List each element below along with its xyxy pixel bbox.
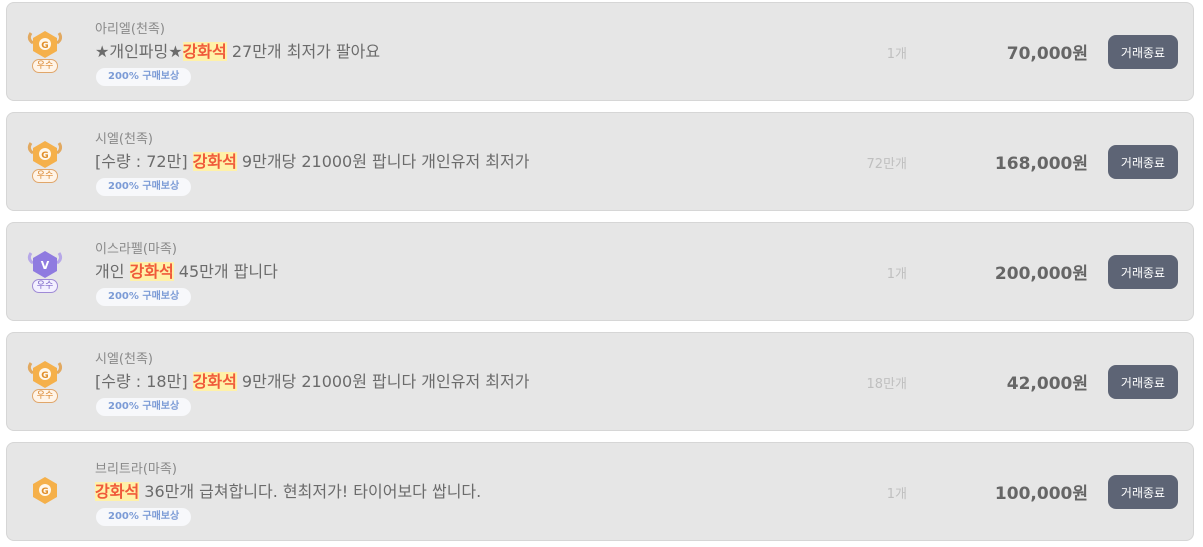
badge-grade-label: 우수 [32,279,58,293]
purchase-reward-badge: 200% 구매보상 [96,508,192,526]
purchase-reward-badge: 200% 구매보상 [96,68,192,86]
gold-horned-shield-icon: G [27,141,63,168]
seller-grade-badge: G [25,473,65,523]
listing-title[interactable]: [수량 : 72만] 강화석 9만개당 21000원 팝니다 개인유저 최저가 [95,148,529,172]
title-keyword-highlight: 강화석 [192,152,237,171]
purple-horned-shield-icon: V [27,251,63,278]
trade-closed-button[interactable]: 거래종료 [1108,35,1178,69]
gold-horned-shield-icon: G [27,361,63,388]
title-suffix: 27만개 최저가 팔아요 [226,42,381,61]
listing-title[interactable]: [수량 : 18만] 강화석 9만개당 21000원 팝니다 개인유저 최저가 [95,368,529,392]
title-prefix: [수량 : 18만] [95,372,193,391]
listing-row[interactable]: G 우수 시엘(천족) [수량 : 72만] 강화석 9만개당 21000원 팝… [6,112,1194,211]
badge-letter: G [41,151,48,161]
listing-list: G 우수 아리엘(천족) ★개인파밍★강화석 27만개 최저가 팔아요 200%… [0,0,1203,547]
quantity: 72만개 [866,157,907,172]
title-suffix: 9만개당 21000원 팝니다 개인유저 최저가 [236,372,530,391]
listing-title[interactable]: ★개인파밍★강화석 27만개 최저가 팔아요 [95,38,380,62]
quantity: 18만개 [866,377,907,392]
listing-title[interactable]: 개인 강화석 45만개 팝니다 [95,258,278,282]
badge-grade-label: 우수 [32,169,58,183]
seller-grade-badge: G 우수 [25,27,65,77]
seller-server: 아리엘(천족) [95,22,165,37]
quantity: 1개 [886,47,907,62]
title-keyword-highlight: 강화석 [129,262,174,281]
trade-closed-button[interactable]: 거래종료 [1108,145,1178,179]
gold-shield-icon: G [33,477,57,504]
gold-horned-shield-icon: G [27,31,63,58]
title-prefix: [수량 : 72만] [95,152,193,171]
seller-server: 브리트라(마족) [95,462,177,477]
title-suffix: 36만개 급쳐합니다. 현최저가! 타이어보다 쌉니다. [139,482,482,501]
title-prefix: ★개인파밍★ [95,42,183,61]
title-keyword-highlight: 강화석 [182,42,227,61]
badge-letter: G [41,41,48,51]
title-prefix: 개인 [95,262,130,281]
listing-row[interactable]: G 브리트라(마족) 강화석 36만개 급쳐합니다. 현최저가! 타이어보다 쌉… [6,442,1194,541]
listing-title[interactable]: 강화석 36만개 급쳐합니다. 현최저가! 타이어보다 쌉니다. [95,478,481,502]
title-suffix: 45만개 팝니다 [173,262,278,281]
seller-server: 시엘(천족) [95,352,153,367]
quantity: 1개 [886,267,907,282]
price: 200,000원 [994,264,1088,284]
quantity: 1개 [886,487,907,502]
badge-grade-label: 우수 [32,389,58,403]
purchase-reward-badge: 200% 구매보상 [96,288,192,306]
purchase-reward-badge: 200% 구매보상 [96,398,192,416]
title-keyword-highlight: 강화석 [95,482,140,501]
seller-server: 시엘(천족) [95,132,153,147]
seller-grade-badge: V 우수 [25,247,65,297]
badge-letter: V [41,259,50,272]
listing-row[interactable]: V 우수 이스라펠(마족) 개인 강화석 45만개 팝니다 200% 구매보상 … [6,222,1194,321]
badge-letter: G [41,487,48,497]
trade-closed-button[interactable]: 거래종료 [1108,475,1178,509]
badge-letter: G [41,371,48,381]
listing-row[interactable]: G 우수 시엘(천족) [수량 : 18만] 강화석 9만개당 21000원 팝… [6,332,1194,431]
price: 100,000원 [994,484,1088,504]
title-keyword-highlight: 강화석 [192,372,237,391]
title-suffix: 9만개당 21000원 팝니다 개인유저 최저가 [236,152,530,171]
purchase-reward-badge: 200% 구매보상 [96,178,192,196]
price: 168,000원 [994,154,1088,174]
seller-grade-badge: G 우수 [25,357,65,407]
trade-closed-button[interactable]: 거래종료 [1108,365,1178,399]
price: 70,000원 [1006,44,1088,64]
price: 42,000원 [1006,374,1088,394]
seller-server: 이스라펠(마족) [95,242,177,257]
seller-grade-badge: G 우수 [25,137,65,187]
badge-grade-label: 우수 [32,59,58,73]
trade-closed-button[interactable]: 거래종료 [1108,255,1178,289]
listing-row[interactable]: G 우수 아리엘(천족) ★개인파밍★강화석 27만개 최저가 팔아요 200%… [6,2,1194,101]
